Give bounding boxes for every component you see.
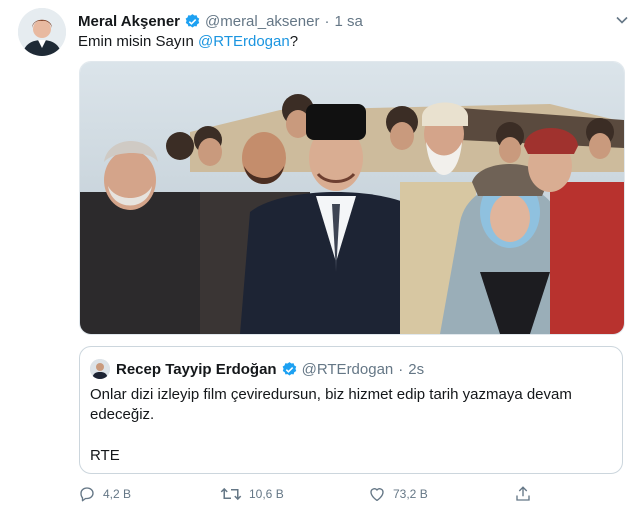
- separator-dot: ·: [398, 360, 404, 378]
- author-handle[interactable]: @meral_aksener: [205, 13, 319, 30]
- mention-link[interactable]: @RTErdogan: [198, 33, 290, 50]
- quoted-tweet-text: Onlar dizi izleyip film çeviredursun, bi…: [90, 386, 572, 423]
- verified-badge-icon: [185, 13, 200, 28]
- like-icon: [370, 488, 384, 502]
- separator-dot: ·: [324, 12, 330, 30]
- like-count: 73,2 B: [393, 487, 428, 501]
- like-button[interactable]: 73,2 B: [368, 485, 428, 503]
- tweet-text-suffix: ?: [289, 33, 299, 50]
- tweet-photo[interactable]: [79, 61, 625, 335]
- quoted-author-name: Recep Tayyip Erdoğan: [116, 360, 277, 378]
- retweet-button[interactable]: 10,6 B: [220, 485, 284, 503]
- retweet-icon: [220, 487, 242, 501]
- quoted-author-handle: @RTErdogan: [301, 360, 394, 378]
- tweet-actions: 4,2 B 10,6 B 73,2 B: [78, 485, 538, 507]
- tweet-text: Emin misin Sayın @RTErdogan?: [78, 33, 298, 50]
- tweet-text-prefix: Emin misin Sayın: [78, 33, 199, 50]
- quoted-timestamp: 2s: [408, 360, 425, 378]
- author-name[interactable]: Meral Akşener: [78, 13, 180, 30]
- retweet-count: 10,6 B: [249, 487, 284, 501]
- tweet-timestamp[interactable]: 1 sa: [334, 13, 362, 30]
- quoted-tweet-signature: RTE: [90, 447, 120, 464]
- reply-icon: [80, 487, 94, 502]
- quoted-author-avatar: [90, 359, 110, 379]
- author-avatar[interactable]: [18, 8, 66, 56]
- share-button[interactable]: [514, 485, 539, 503]
- chevron-down-icon[interactable]: [614, 12, 630, 28]
- quoted-tweet[interactable]: Recep Tayyip Erdoğan @RTErdogan · 2s Onl…: [79, 346, 623, 474]
- verified-badge-icon: [282, 361, 296, 376]
- quoted-tweet-header: Recep Tayyip Erdoğan @RTErdogan · 2s: [90, 359, 424, 379]
- reply-count: 4,2 B: [103, 487, 132, 501]
- tweet-header: Meral Akşener @meral_aksener · 1 sa: [78, 11, 610, 31]
- share-icon: [516, 486, 530, 501]
- reply-button[interactable]: 4,2 B: [78, 485, 131, 503]
